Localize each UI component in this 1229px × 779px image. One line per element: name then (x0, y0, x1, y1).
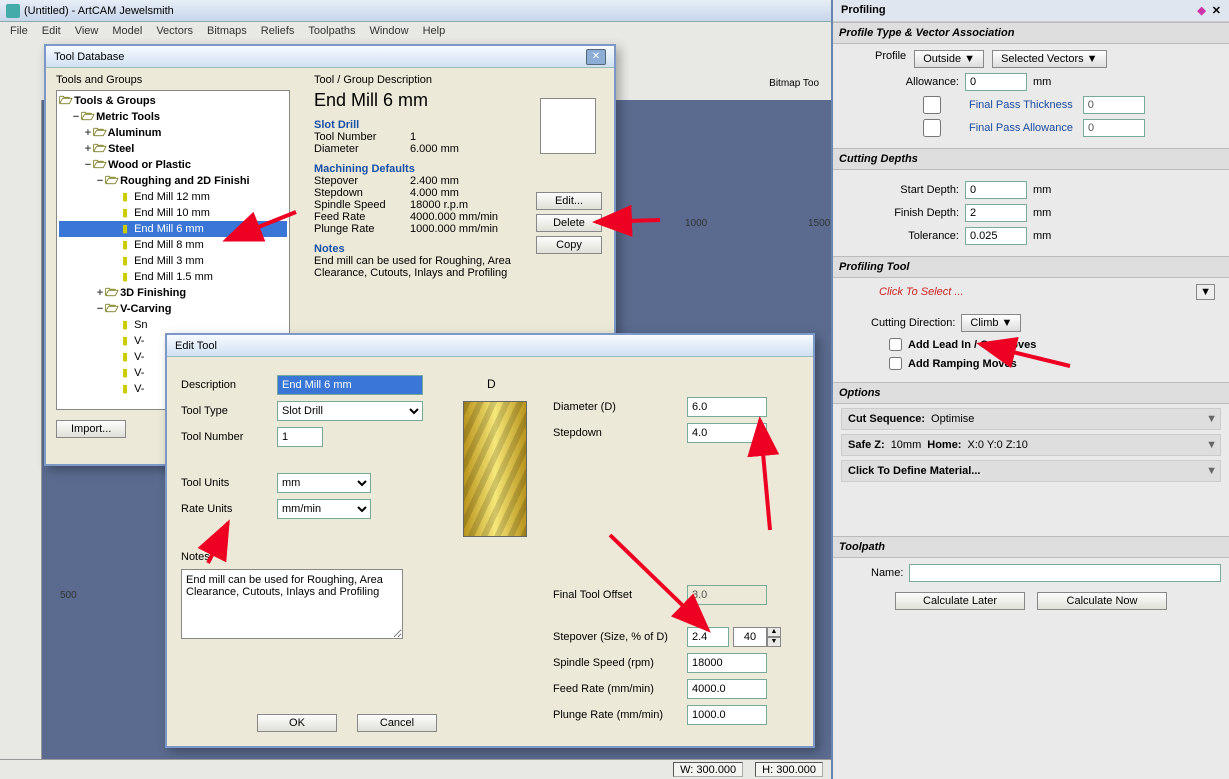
section-options: Options (833, 382, 1229, 404)
edit-tool-dialog: Edit Tool Description Tool TypeSlot Dril… (165, 333, 815, 748)
fpt-label[interactable]: Final Pass Thickness (969, 99, 1073, 111)
spindle-speed-input[interactable] (687, 653, 767, 673)
app-title: (Untitled) - ArtCAM Jewelsmith (24, 5, 174, 17)
lead-check[interactable] (889, 338, 902, 351)
tool-dropdown-icon[interactable]: ▼ (1196, 284, 1215, 300)
stepover-pct-spinner[interactable]: ▲▼ (733, 627, 781, 647)
section-profiling-tool: Profiling Tool (833, 256, 1229, 278)
safez-strip[interactable]: Safe Z:10mm Home:X:0 Y:0 Z:10 ▼ (841, 434, 1221, 456)
description-input[interactable] (277, 375, 423, 395)
feed-rate-input[interactable] (687, 679, 767, 699)
section-profile-type: Profile Type & Vector Association (833, 22, 1229, 44)
menu-model[interactable]: Model (112, 25, 142, 37)
cancel-button[interactable]: Cancel (357, 714, 437, 732)
left-toolbox (0, 100, 42, 759)
final-tool-offset-input (687, 585, 767, 605)
plunge-rate-input[interactable] (687, 705, 767, 725)
profile-label: Profile (875, 50, 906, 68)
help-icon[interactable]: ◆ (1197, 4, 1205, 17)
cut-sequence-strip[interactable]: Cut Sequence: Optimise ▼ (841, 408, 1221, 430)
import-button[interactable]: Import... (56, 420, 126, 438)
tool-type-select[interactable]: Slot Drill (277, 401, 423, 421)
start-depth-input[interactable] (965, 181, 1027, 199)
profile-dropdown[interactable]: Outside ▼ (914, 50, 984, 68)
dialog-title: Tool Database (54, 51, 124, 63)
ruler-v-500: 500 (60, 590, 77, 601)
fpa-label[interactable]: Final Pass Allowance (969, 122, 1073, 134)
ruler-h-1500: 1500 (808, 218, 830, 229)
calculate-later-button[interactable]: Calculate Later (895, 592, 1025, 610)
calculate-now-button[interactable]: Calculate Now (1037, 592, 1167, 610)
cutting-direction-label: Cutting Direction: (871, 317, 955, 329)
click-to-select-tool[interactable]: Click To Select ... (879, 286, 1196, 298)
tool-image (463, 401, 527, 537)
chevron-down-icon: ▼ (1206, 465, 1217, 477)
finish-depth-input[interactable] (965, 204, 1027, 222)
name-label: Name: (871, 567, 903, 579)
bitmap-tool-label: Bitmap Too (769, 78, 819, 89)
diameter-input[interactable] (687, 397, 767, 417)
profiling-panel: Profiling ◆ ✕ Profile Type & Vector Asso… (831, 0, 1229, 779)
ok-button[interactable]: OK (257, 714, 337, 732)
allowance-input[interactable] (965, 73, 1027, 91)
status-height: H: 300.000 (755, 762, 823, 777)
toolpath-name-input[interactable] (909, 564, 1221, 582)
final-pass-thickness-check[interactable] (901, 96, 963, 114)
delete-button[interactable]: Delete (536, 214, 602, 232)
menu-edit[interactable]: Edit (42, 25, 61, 37)
menu-bitmaps[interactable]: Bitmaps (207, 25, 247, 37)
section-cutting-depths: Cutting Depths (833, 148, 1229, 170)
section-toolpath: Toolpath (833, 536, 1229, 558)
stepdown-input[interactable] (687, 423, 767, 443)
dialog-title: Edit Tool (175, 340, 217, 352)
fpt-input (1083, 96, 1145, 114)
allowance-label: Allowance: (879, 76, 959, 88)
edit-button[interactable]: Edit... (536, 192, 602, 210)
ramp-check[interactable] (889, 357, 902, 370)
ruler-h-1000: 1000 (685, 218, 707, 229)
menu-window[interactable]: Window (369, 25, 408, 37)
menu-vectors[interactable]: Vectors (156, 25, 193, 37)
material-strip[interactable]: Click To Define Material... ▼ (841, 460, 1221, 482)
stepover-size-input[interactable] (687, 627, 729, 647)
menu-help[interactable]: Help (423, 25, 446, 37)
tree-endmill-6: ▮ End Mill 6 mm (59, 221, 287, 237)
final-pass-allowance-check[interactable] (901, 119, 963, 137)
close-icon[interactable]: ✕ (1212, 4, 1221, 17)
app-icon (6, 4, 20, 18)
notes-textarea[interactable]: End mill can be used for Roughing, Area … (181, 569, 403, 639)
groups-label: Tools and Groups (46, 68, 304, 88)
notes-text: End mill can be used for Roughing, Area … (314, 255, 514, 279)
desc-header: Tool / Group Description (314, 74, 604, 86)
d-label: D (487, 377, 496, 391)
menu-file[interactable]: File (10, 25, 28, 37)
copy-button[interactable]: Copy (536, 236, 602, 254)
menu-view[interactable]: View (75, 25, 99, 37)
status-width: W: 300.000 (673, 762, 743, 777)
chevron-down-icon: ▼ (1206, 439, 1217, 451)
tool-number-input[interactable] (277, 427, 323, 447)
profiling-title: Profiling ◆ ✕ (833, 0, 1229, 22)
fpa-input (1083, 119, 1145, 137)
tolerance-input[interactable] (965, 227, 1027, 245)
tool-preview (540, 98, 596, 154)
close-icon[interactable]: ✕ (586, 49, 606, 65)
status-bar: W: 300.000 H: 300.000 (0, 759, 831, 779)
menu-reliefs[interactable]: Reliefs (261, 25, 295, 37)
vectors-dropdown[interactable]: Selected Vectors ▼ (992, 50, 1107, 68)
cutting-direction-dropdown[interactable]: Climb ▼ (961, 314, 1021, 332)
chevron-down-icon: ▼ (1206, 413, 1217, 425)
tool-units-select[interactable]: mm (277, 473, 371, 493)
rate-units-select[interactable]: mm/min (277, 499, 371, 519)
menu-toolpaths[interactable]: Toolpaths (308, 25, 355, 37)
